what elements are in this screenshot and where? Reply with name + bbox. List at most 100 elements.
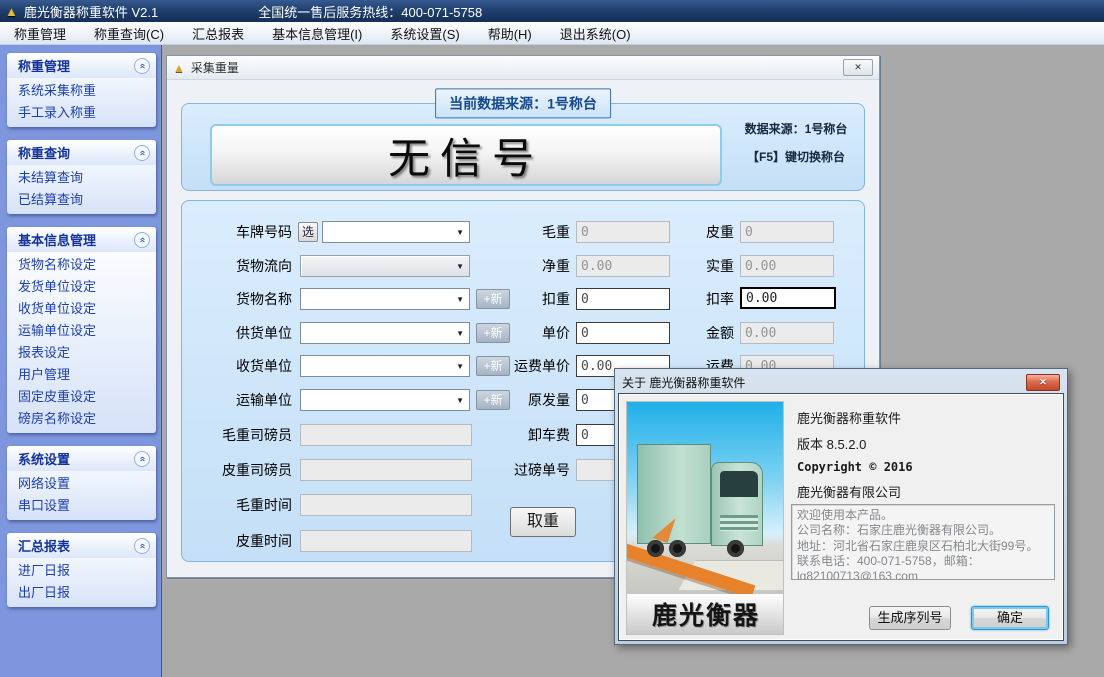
plate-combo[interactable]: ▼: [322, 221, 470, 243]
menu-weigh-manage[interactable]: 称重管理: [0, 22, 80, 45]
sidebar-section-weigh-manage: 称重管理 « 系统采集称重 手工录入称重: [7, 53, 156, 127]
section-title: 汇总报表: [18, 536, 70, 555]
data-source-banner: 当前数据来源：1号称台: [435, 88, 611, 118]
window-close-button[interactable]: ✕: [843, 59, 873, 76]
truck-windshield: [720, 471, 758, 497]
origin-label: 原发量: [460, 389, 570, 411]
net-label: 净重: [460, 255, 570, 277]
sidebar-item-goods-name[interactable]: 货物名称设定: [7, 252, 156, 274]
collapse-icon[interactable]: «: [134, 451, 150, 467]
goods-combo[interactable]: ▼: [300, 288, 470, 310]
section-title: 基本信息管理: [18, 230, 96, 249]
freight-price-label: 运费单价: [460, 355, 570, 377]
truck-grille: [720, 515, 758, 531]
window-title: 采集重量: [191, 59, 843, 76]
tare-operator-field: [300, 459, 472, 481]
flow-combo[interactable]: ▼: [300, 255, 470, 277]
about-dialog: 关于 鹿光衡器称重软件 ✕: [614, 368, 1068, 645]
truck-trailer: [637, 444, 711, 544]
truck-illustration: 鹿光衡器: [626, 401, 784, 635]
transport-label: 运输单位: [182, 389, 292, 411]
menu-system-settings[interactable]: 系统设置(S): [376, 22, 473, 45]
sidebar-item-settled-query[interactable]: 已结算查询: [7, 187, 156, 209]
sidebar-item-network-settings[interactable]: 网络设置: [7, 471, 156, 493]
supplier-combo[interactable]: ▼: [300, 322, 470, 344]
menu-basic-info[interactable]: 基本信息管理(I): [258, 22, 376, 45]
collapse-icon[interactable]: «: [134, 58, 150, 74]
sidebar-item-system-weigh[interactable]: 系统采集称重: [7, 78, 156, 100]
transport-combo[interactable]: ▼: [300, 389, 470, 411]
truck-wheel: [647, 540, 664, 557]
source-info-line1: 数据来源：1号称台: [745, 120, 848, 137]
flow-label: 货物流向: [182, 255, 292, 277]
sidebar-item-manual-weigh[interactable]: 手工录入称重: [7, 100, 156, 122]
unload-fee-label: 卸车费: [460, 424, 570, 446]
truck-wheel: [727, 540, 744, 557]
sidebar-item-fixed-tare[interactable]: 固定皮重设定: [7, 384, 156, 406]
source-info-line2: 【F5】键切换称台: [747, 148, 845, 165]
section-header[interactable]: 系统设置 «: [7, 446, 156, 471]
tare-label: 皮重: [624, 221, 734, 243]
generate-serial-button[interactable]: 生成序列号: [869, 606, 951, 630]
actual-field: [740, 255, 834, 277]
ticket-label: 过磅单号: [460, 459, 570, 481]
sidebar-item-report-setting[interactable]: 报表设定: [7, 340, 156, 362]
sidebar-item-serial-settings[interactable]: 串口设置: [7, 493, 156, 515]
amount-field: [740, 322, 834, 344]
section-title: 称重查询: [18, 143, 70, 162]
sidebar-item-scalehouse-name[interactable]: 磅房名称设定: [7, 406, 156, 428]
goods-label: 货物名称: [182, 288, 292, 310]
section-header[interactable]: 汇总报表 «: [7, 533, 156, 558]
rate-field[interactable]: [740, 287, 836, 309]
take-weight-button[interactable]: 取重: [510, 507, 576, 537]
sidebar-item-inbound-daily[interactable]: 进厂日报: [7, 558, 156, 580]
section-title: 系统设置: [18, 449, 70, 468]
sidebar-item-user-manage[interactable]: 用户管理: [7, 362, 156, 384]
plate-label: 车牌号码: [182, 221, 292, 243]
rate-label: 扣率: [624, 288, 734, 310]
dialog-body: 鹿光衡器 鹿光衡器称重软件 版本 8.5.2.0 Copyright © 201…: [618, 393, 1064, 641]
sidebar-item-unsettled-query[interactable]: 未结算查询: [7, 165, 156, 187]
title-bar: ▲ 鹿光衡器称重软件 V2.1 全国统一售后服务热线：400-071-5758: [0, 0, 1104, 22]
weight-display: 无信号: [210, 124, 722, 186]
receiver-combo[interactable]: ▼: [300, 355, 470, 377]
sidebar: 称重管理 « 系统采集称重 手工录入称重 称重查询 « 未结算查询 已结算查询 …: [0, 45, 162, 677]
dialog-title: 关于 鹿光衡器称重软件: [622, 374, 1026, 391]
deduct-label: 扣重: [460, 288, 570, 310]
sidebar-item-outbound-daily[interactable]: 出厂日报: [7, 580, 156, 602]
collapse-icon[interactable]: «: [134, 145, 150, 161]
truck-wheel: [669, 540, 686, 557]
gross-label: 毛重: [460, 221, 570, 243]
section-header[interactable]: 称重查询 «: [7, 140, 156, 165]
price-label: 单价: [460, 322, 570, 344]
section-header[interactable]: 基本信息管理 «: [7, 227, 156, 252]
collapse-icon[interactable]: «: [134, 538, 150, 554]
menu-exit[interactable]: 退出系统(O): [546, 22, 645, 45]
menu-weigh-query[interactable]: 称重查询(C): [80, 22, 178, 45]
dialog-info-box: 欢迎使用本产品。 公司名称：石家庄鹿光衡器有限公司。 地址：河北省石家庄鹿泉区石…: [791, 504, 1055, 580]
sidebar-section-summary-report: 汇总报表 « 进厂日报 出厂日报: [7, 533, 156, 607]
sidebar-item-transport-unit[interactable]: 运输单位设定: [7, 318, 156, 340]
ok-button[interactable]: 确定: [971, 606, 1049, 630]
tare-field: [740, 221, 834, 243]
menu-help[interactable]: 帮助(H): [474, 22, 546, 45]
source-info: 数据来源：1号称台 【F5】键切换称台: [730, 120, 862, 165]
collapse-icon[interactable]: «: [134, 232, 150, 248]
menu-summary-report[interactable]: 汇总报表: [178, 22, 258, 45]
gross-operator-field: [300, 424, 472, 446]
plate-select-button[interactable]: 选: [298, 222, 318, 242]
truck-cab: [711, 462, 763, 546]
truck-logo-accent: [652, 513, 675, 543]
dialog-version: 版本 8.5.2.0: [797, 434, 866, 453]
dialog-close-button[interactable]: ✕: [1026, 374, 1060, 391]
gross-time-field: [300, 494, 472, 516]
sidebar-section-weigh-query: 称重查询 « 未结算查询 已结算查询: [7, 140, 156, 214]
sidebar-item-sender-unit[interactable]: 发货单位设定: [7, 274, 156, 296]
sidebar-item-receiver-unit[interactable]: 收货单位设定: [7, 296, 156, 318]
weight-display-group: 当前数据来源：1号称台 无信号 数据来源：1号称台 【F5】键切换称台: [181, 103, 865, 191]
service-hotline: 全国统一售后服务热线：400-071-5758: [258, 2, 482, 21]
gross-time-label: 毛重时间: [182, 494, 292, 516]
section-header[interactable]: 称重管理 «: [7, 53, 156, 78]
dialog-product-name: 鹿光衡器称重软件: [797, 408, 901, 427]
actual-label: 实重: [624, 255, 734, 277]
